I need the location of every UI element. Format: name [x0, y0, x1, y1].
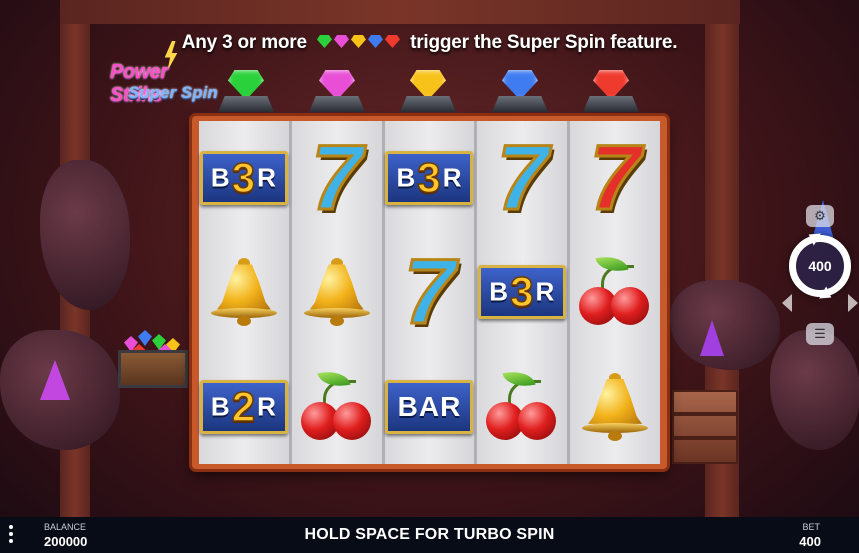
mine-cart [118, 322, 188, 394]
reel-4: 7 B3R [477, 121, 568, 464]
yellow-gem-icon [398, 70, 458, 116]
reel-cell: BAR [385, 350, 475, 464]
spin-bet-display: 400 [808, 258, 832, 274]
reel-2: 7 [291, 121, 382, 464]
blue-seven-symbol: 7 [495, 127, 549, 230]
reel-cell: B3R [199, 121, 289, 235]
cherry-icon [299, 366, 375, 444]
turbo-spin-message: HOLD SPACE FOR TURBO SPIN [304, 526, 555, 543]
bar-letter-r: R [442, 162, 463, 193]
logo-line2: Super Spin [128, 83, 218, 102]
multiplier-number: 3 [417, 153, 442, 202]
bell-icon [302, 258, 372, 327]
rock [40, 160, 130, 310]
blue-seven-symbol: 7 [310, 127, 364, 230]
reel-cell [199, 235, 289, 349]
bell-icon [580, 372, 650, 441]
bet-label: BET [802, 522, 820, 532]
bar-letter-b: B [396, 162, 417, 193]
bar-multiplier-symbol: B3R [199, 151, 288, 206]
red-gem-icon [581, 70, 641, 116]
bell-icon [209, 258, 279, 327]
green-gem-icon [216, 70, 276, 116]
mini-gems-icon [316, 32, 401, 54]
reel-frame: B 3 R B 2 R 7 B 3 R 7 BAR 7 B 3 R 7 [192, 116, 667, 469]
bar-text: BAR [397, 390, 462, 422]
multiplier-number: 2 [231, 382, 257, 431]
bar-letter-r: R [257, 162, 277, 193]
bar-letter-b: B [489, 276, 510, 307]
autoplay-button[interactable]: ⚙ [806, 205, 834, 227]
spin-controls: ⚙ 400 ☰ [782, 205, 858, 345]
reel-cell: 7 [385, 235, 475, 349]
reel-cell [477, 350, 567, 464]
mine-beam-top [60, 0, 740, 24]
reel-1: B3RB2R [199, 121, 289, 464]
blue-seven-symbol: 7 [402, 241, 456, 344]
reel-5: 7 [570, 121, 660, 464]
reel-grid: B 3 R B 2 R 7 B 3 R 7 BAR 7 B 3 R 7 [199, 121, 660, 464]
reel-cell: B2R [199, 350, 289, 464]
bar-multiplier-symbol: B2R [199, 379, 288, 434]
cherry-icon [484, 366, 560, 444]
game-logo: Power Strike Super Spin [110, 41, 220, 106]
reel-cell [292, 235, 382, 349]
reel-cell [292, 350, 382, 464]
pink-gem-icon [307, 70, 367, 116]
bar-letter-b: B [210, 391, 231, 422]
settings-button[interactable]: ☰ [806, 323, 834, 345]
multiplier-number: 3 [231, 153, 257, 202]
bet-value: 400 [799, 534, 821, 549]
rock [770, 330, 859, 450]
reel-cell [570, 235, 660, 349]
bar-letter-r: R [535, 276, 556, 307]
reel-cell [570, 350, 660, 464]
cart-box [118, 350, 188, 388]
rock [670, 280, 780, 370]
bar-letter-r: R [257, 391, 277, 422]
spin-button[interactable]: 400 [782, 235, 858, 312]
reel-cell: 7 [477, 121, 567, 235]
reel-3: B 3 R 7 BAR [384, 121, 475, 464]
bet-increase-arrow-icon[interactable] [848, 294, 858, 312]
reel-cell: B3R [477, 235, 567, 349]
bar-letter-b: B [210, 162, 231, 193]
bottom-bar: BALANCE 200000 HOLD SPACE FOR TURBO SPIN… [0, 517, 859, 553]
gem-crate [672, 390, 738, 464]
reel-cell: 7 [570, 121, 660, 235]
reel-cell: B3R [385, 121, 475, 235]
instruction-suffix: trigger the Super Spin feature. [410, 32, 678, 54]
bet-decrease-arrow-icon[interactable] [782, 294, 792, 312]
bar-multiplier-symbol: B3R [385, 151, 474, 206]
cherry-icon [577, 252, 653, 329]
bar-multiplier-symbol: B3R [478, 265, 567, 320]
red-seven-symbol: 7 [588, 127, 642, 230]
multiplier-number: 3 [509, 268, 535, 317]
reel-cell: 7 [292, 121, 382, 235]
bar-symbol: BAR [385, 379, 474, 434]
blue-gem-icon [490, 70, 550, 116]
